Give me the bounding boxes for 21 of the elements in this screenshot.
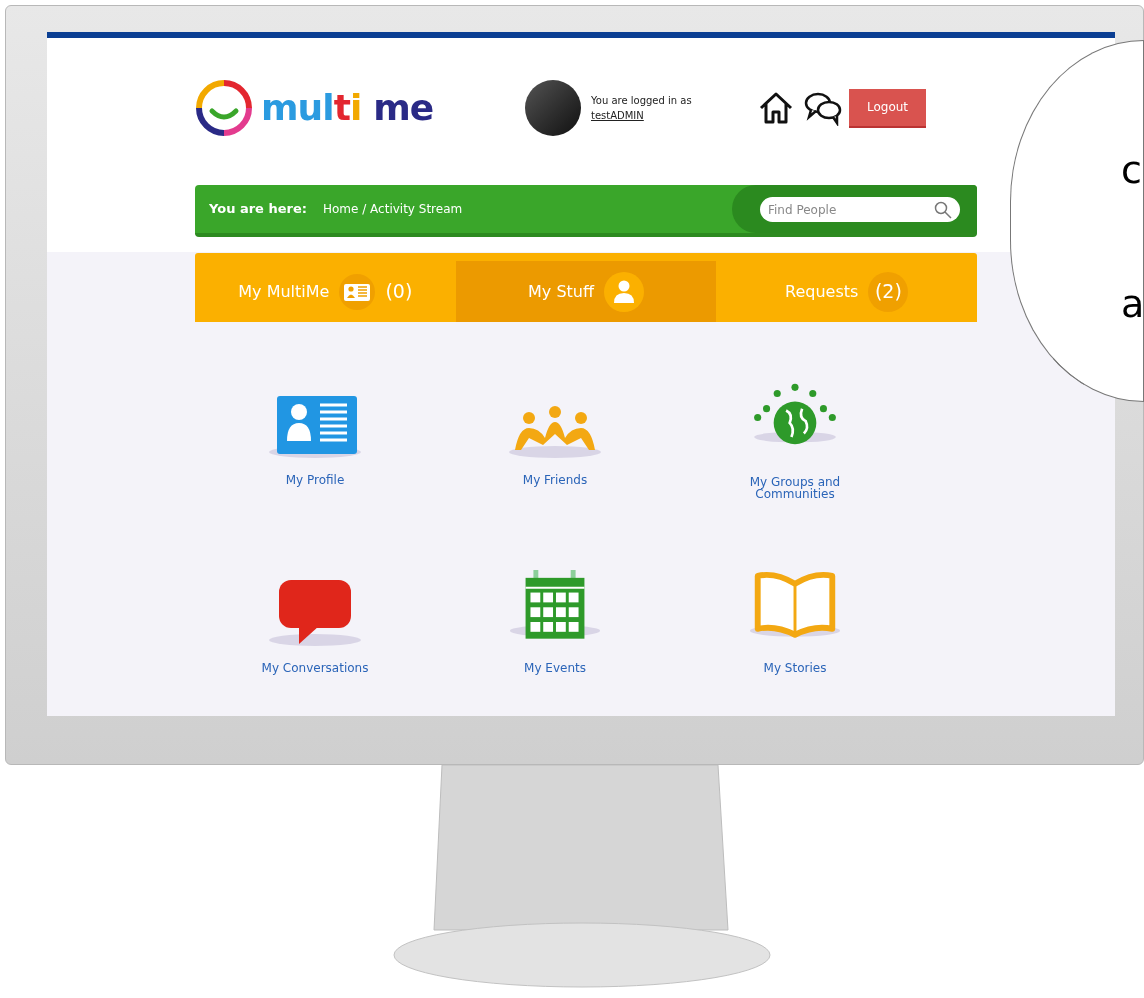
search-icon	[934, 200, 952, 219]
id-card-icon	[339, 273, 376, 310]
find-people-search-field[interactable]: Find People	[760, 197, 960, 222]
breadcrumb-label: You are here:	[209, 200, 307, 219]
logout-button[interactable]: Logout	[849, 88, 926, 128]
smiley-logo-icon	[195, 79, 253, 137]
breadcrumb-path: Home / Activity Stream	[322, 201, 463, 218]
tile-link[interactable]: My Stories	[740, 662, 850, 688]
callout-text: c	[1121, 151, 1143, 189]
chat-bubbles-icon[interactable]	[803, 90, 843, 126]
tile-link[interactable]: My Friends	[500, 474, 610, 500]
callout-text: a	[1121, 285, 1143, 323]
tile-link[interactable]: My Profile	[260, 474, 370, 500]
login-text: You are logged in as	[591, 94, 693, 108]
home-icon[interactable]	[757, 90, 795, 126]
username-link[interactable]: testADMIN	[591, 108, 644, 123]
tile-link[interactable]: My Events	[500, 662, 610, 688]
logo-text: multi me	[261, 90, 434, 126]
tile-link[interactable]: My Conversations	[260, 662, 370, 688]
tile-link[interactable]: My Groups and Communities	[740, 476, 850, 500]
person-icon	[604, 271, 644, 312]
